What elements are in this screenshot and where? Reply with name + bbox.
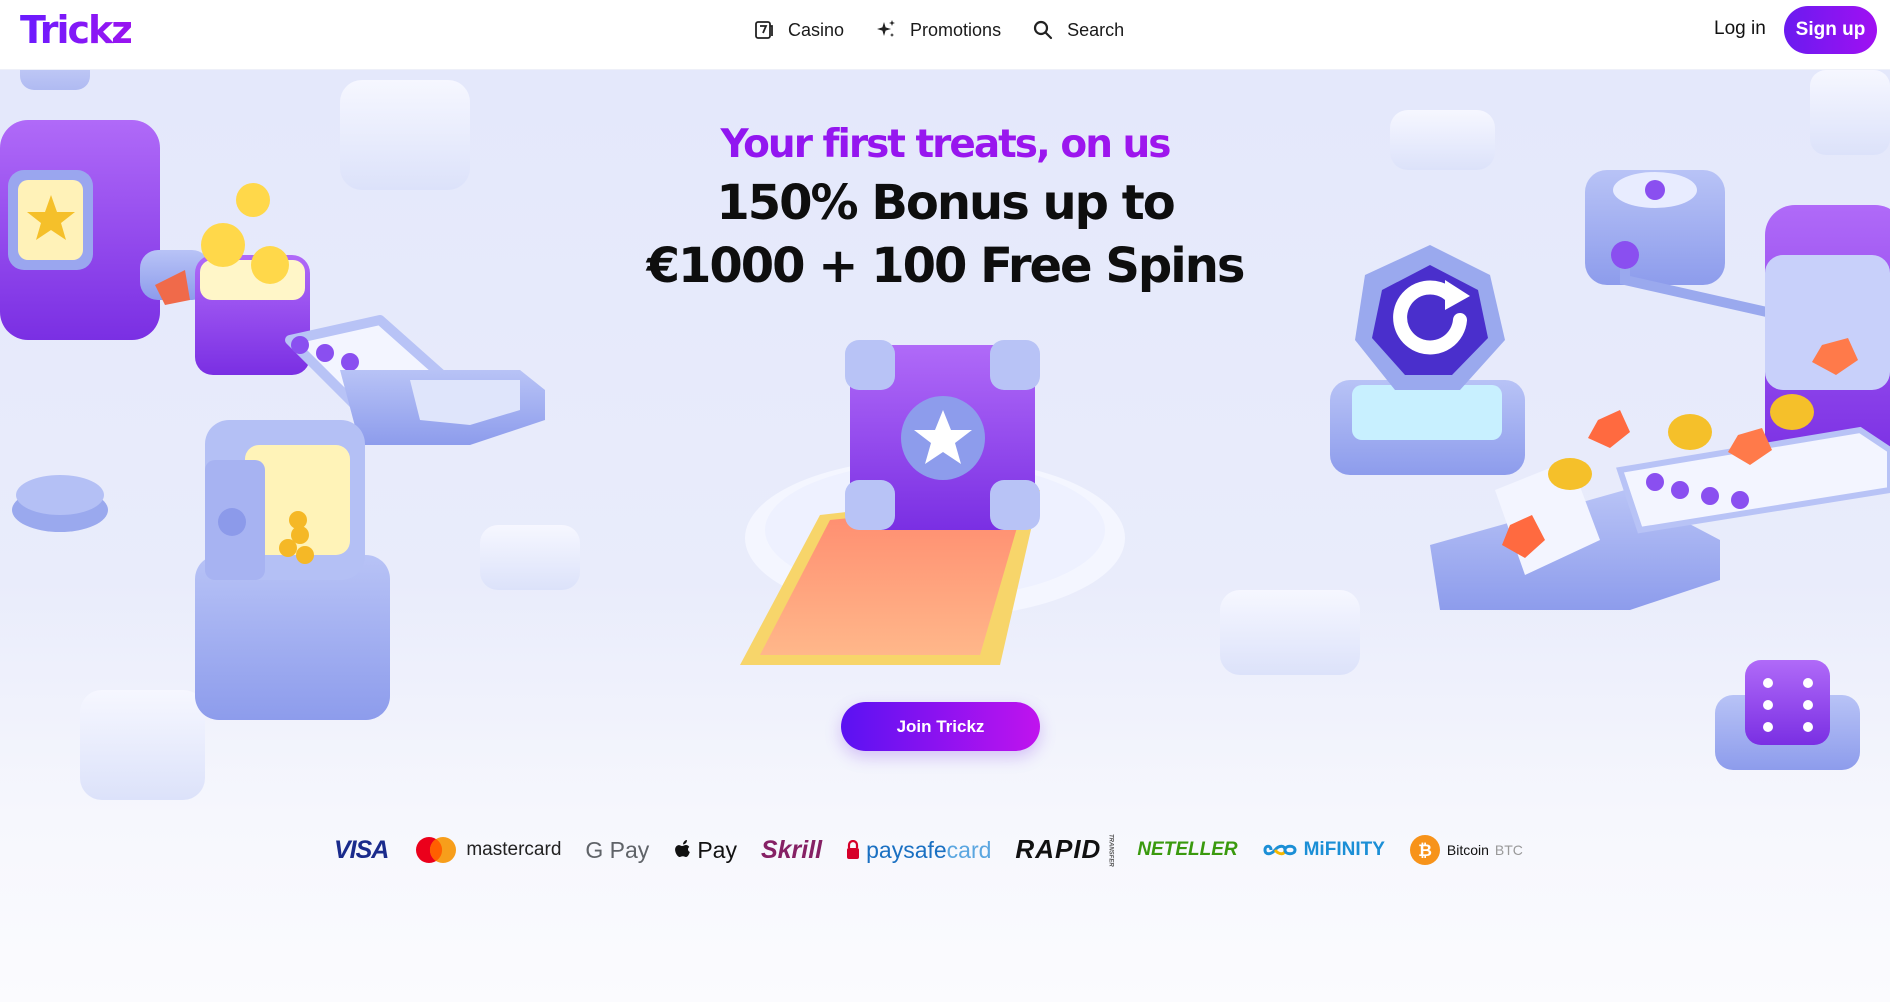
top-header: Trickz Casino Promotions Search Log in S… (0, 0, 1890, 70)
signup-button[interactable]: Sign up (1784, 6, 1877, 54)
visa-label: VISA (334, 835, 389, 864)
bitcoin-icon: ₿ (1409, 835, 1440, 865)
bonus-headline-line1: 150% Bonus up to (716, 175, 1175, 231)
skrill-label: Skrill (760, 835, 823, 864)
search-icon (1033, 20, 1053, 40)
apple-pay-label: Pay (697, 836, 737, 863)
main-nav: Casino Promotions Search (752, 0, 1124, 60)
google-pay-logo: G Pay (585, 837, 649, 864)
nav-search-label: Search (1067, 19, 1125, 40)
rapid-small-label: TRANSFER (1107, 833, 1114, 867)
bitcoin-label: Bitcoin (1446, 842, 1489, 858)
infinity-icon (1263, 844, 1297, 856)
mifinity-label: MiFINITY (1303, 839, 1385, 860)
neteller-logo: NETELLER (1137, 839, 1237, 861)
bitcoin-sub-label: BTC (1494, 842, 1523, 858)
neteller-label: NETELLER (1137, 839, 1238, 860)
rapid-transfer-logo: RAPID TRANSFER (1015, 834, 1113, 867)
casino-icon (755, 21, 773, 39)
trickz-logo[interactable]: Trickz (20, 8, 133, 52)
nav-promotions[interactable]: Promotions (874, 18, 1001, 42)
join-button[interactable]: Join Trickz (841, 702, 1040, 751)
mastercard-label: mastercard (466, 839, 562, 860)
visa-logo: VISA (334, 835, 389, 865)
paysafecard-label-a: paysafe (866, 836, 947, 863)
nav-casino-label: Casino (788, 19, 845, 40)
mastercard-logo: mastercard (412, 835, 561, 865)
rapid-label: RAPID (1015, 834, 1102, 865)
nav-casino[interactable]: Casino (752, 18, 844, 42)
mastercard-icon (416, 837, 457, 863)
nav-promotions-label: Promotions (910, 19, 1002, 40)
payment-methods: VISA mastercard G Pay Pay Skrill paysafe… (334, 828, 1523, 872)
sparkles-icon (877, 20, 896, 37)
paysafecard-label-b: card (946, 836, 992, 863)
padlock-icon (847, 840, 860, 859)
skrill-logo: Skrill (761, 836, 822, 865)
mifinity-logo: MiFINITY (1262, 839, 1385, 861)
login-button[interactable]: Log in (1714, 18, 1766, 40)
nav-search[interactable]: Search (1031, 18, 1124, 42)
paysafecard-logo: paysafecard (846, 837, 991, 864)
google-pay-label: G Pay (585, 836, 650, 863)
apple-icon (675, 840, 691, 857)
svg-text:₿: ₿ (1418, 841, 1432, 861)
apple-pay-logo: Pay (673, 837, 737, 864)
hero-tagline: Your first treats, on us (0, 122, 1890, 167)
bitcoin-logo: ₿ Bitcoin BTC (1409, 834, 1523, 866)
bonus-headline-line2: €1000 + 100 Free Spins (646, 238, 1246, 294)
